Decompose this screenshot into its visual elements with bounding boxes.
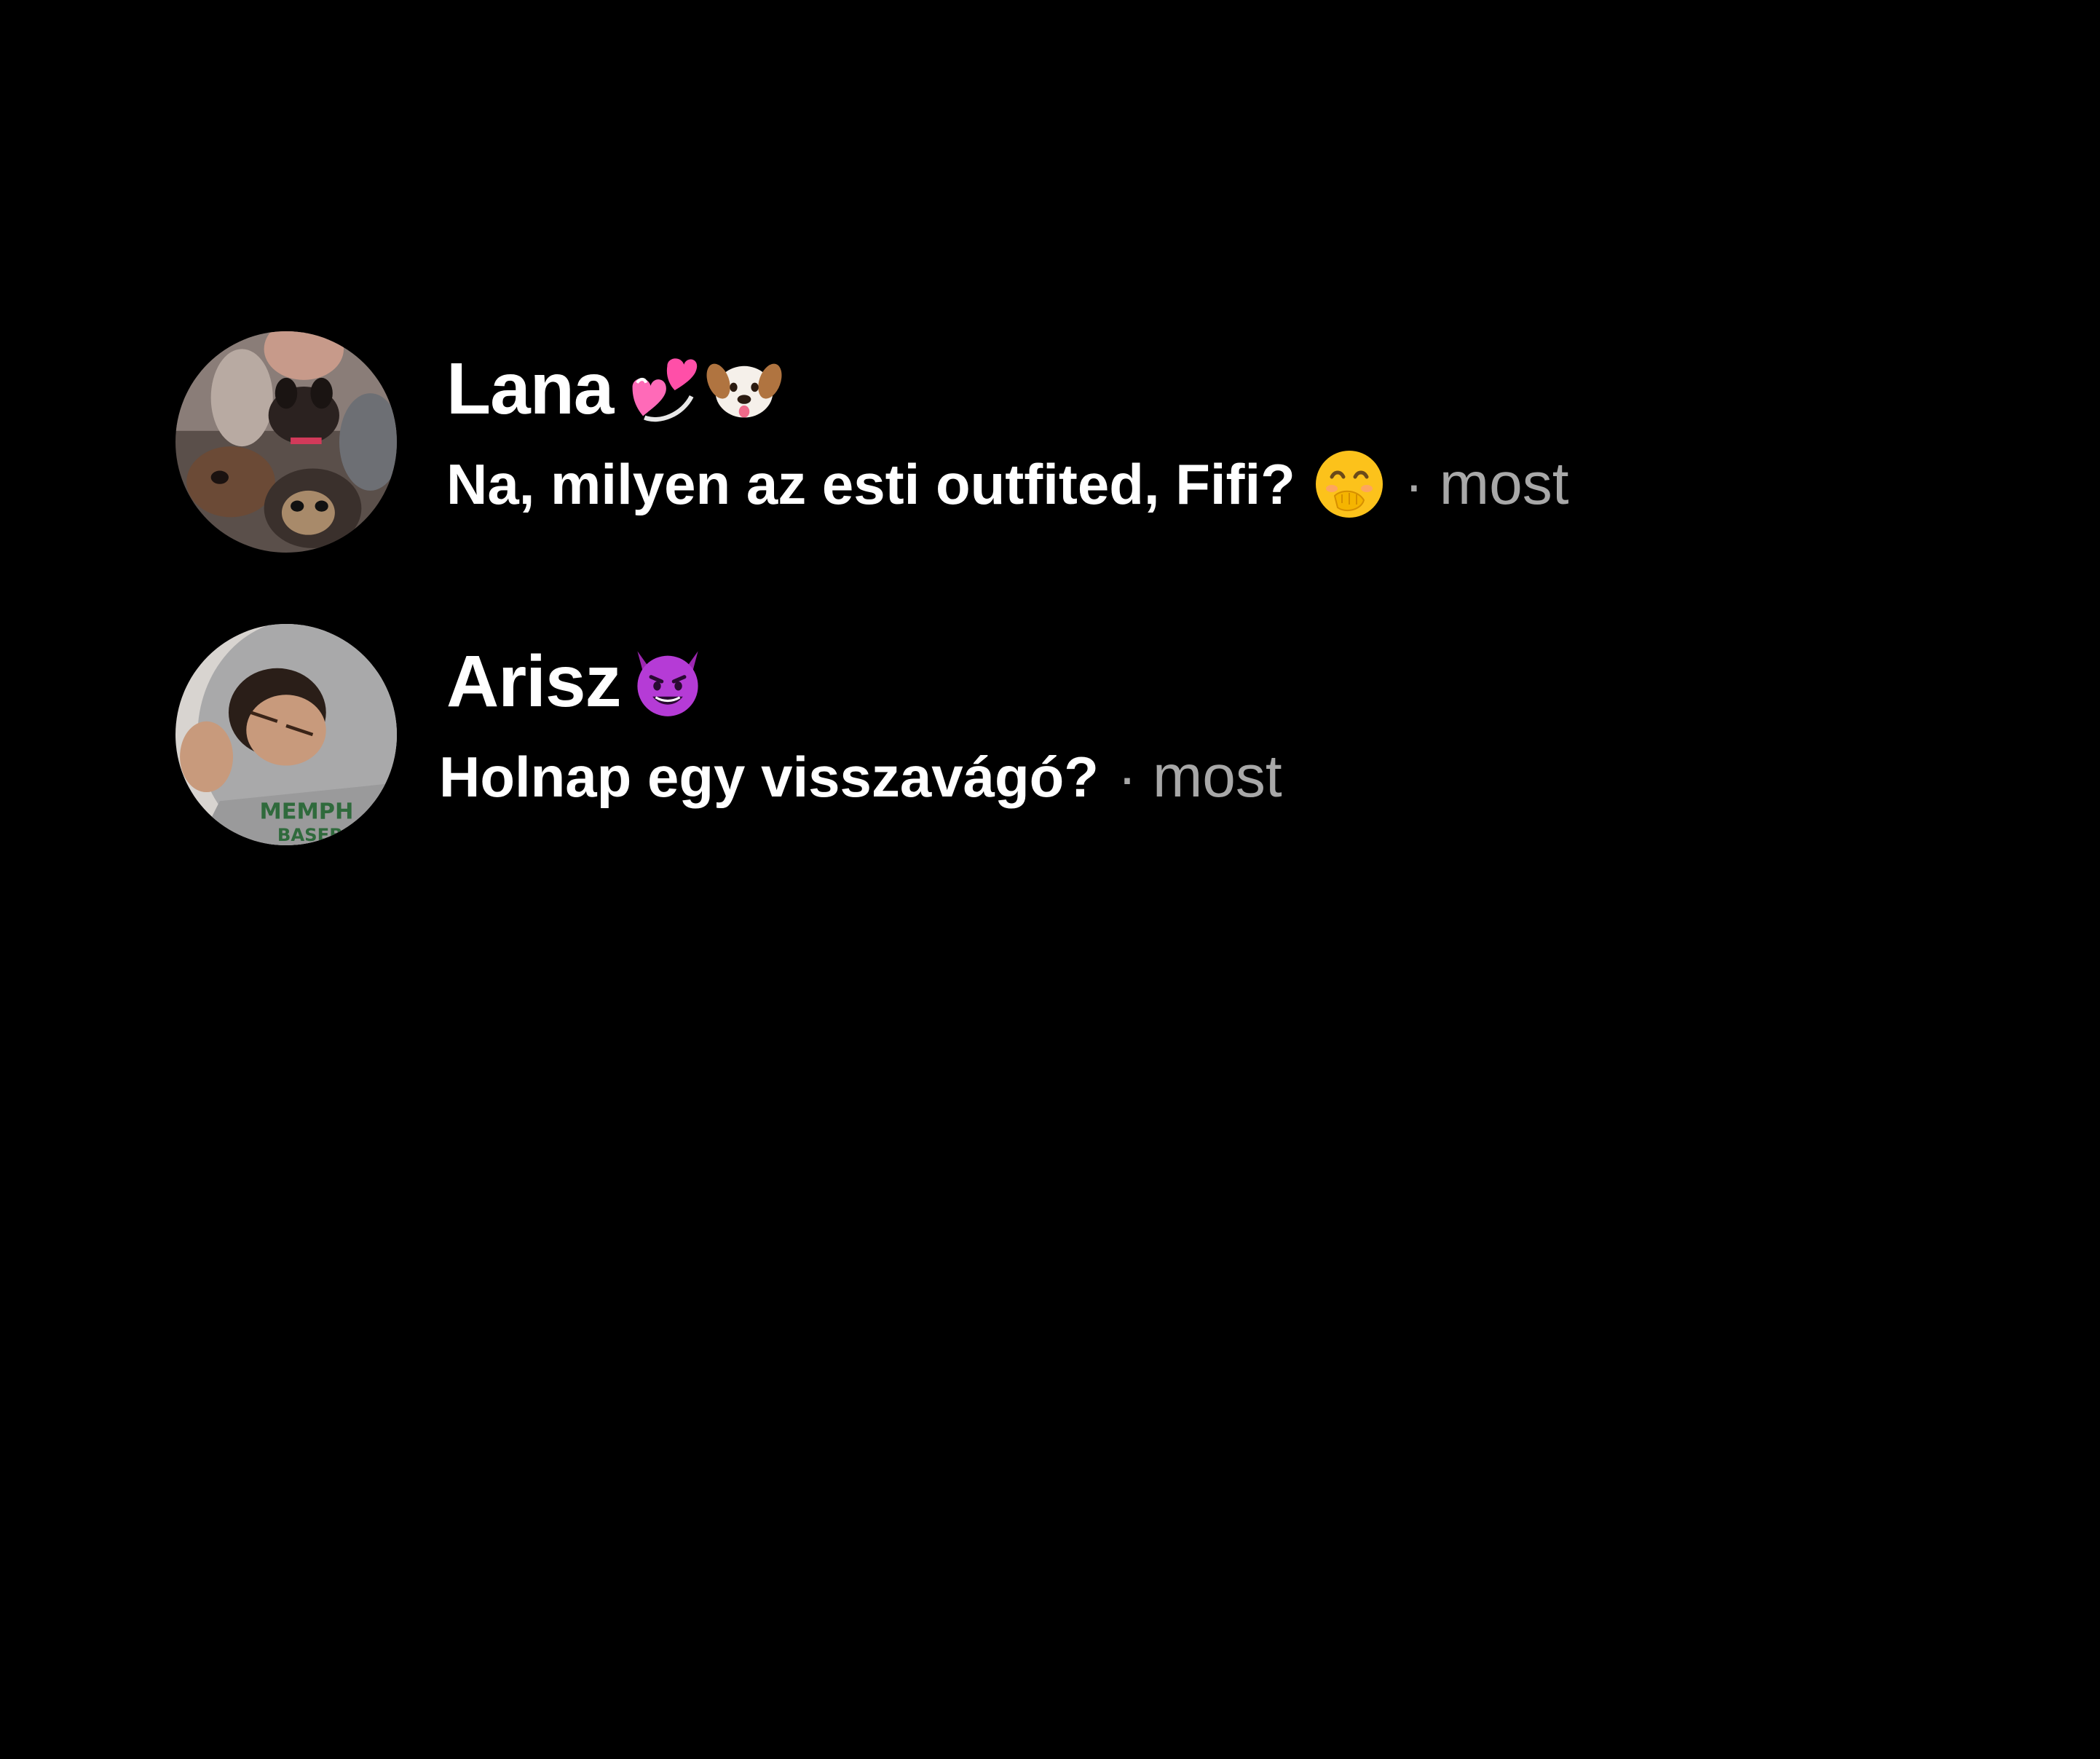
avatar[interactable]: MEMPH BASEBA xyxy=(175,624,397,845)
timestamp: most xyxy=(1152,743,1282,810)
last-message: Na, milyen az esti outfited, Fifi? xyxy=(446,452,1295,516)
avatar-photo-icon: MEMPH BASEBA xyxy=(175,624,397,845)
avatar-photo-icon xyxy=(175,331,397,553)
svg-text:MEMPH: MEMPH xyxy=(260,799,354,825)
hand-over-mouth-icon xyxy=(1313,448,1386,521)
thread-row-arisz[interactable]: MEMPH BASEBA Arisz Holnap egy visszavágó… xyxy=(0,616,2100,856)
svg-text:BASEBA: BASEBA xyxy=(277,824,357,845)
separator-dot: · xyxy=(1404,451,1424,516)
dog-face-icon xyxy=(706,351,782,427)
timestamp: most xyxy=(1439,451,1569,517)
thread-name-row: Arisz xyxy=(446,638,706,725)
contact-name: Arisz xyxy=(446,641,622,722)
last-message-row: Na, milyen az esti outfited, Fifi? · mos… xyxy=(446,446,1569,523)
revolving-hearts-icon xyxy=(622,351,698,427)
separator-dot: · xyxy=(1117,744,1137,809)
contact-name: Lana xyxy=(446,348,614,430)
last-message-row: Holnap egy visszavágó? · most xyxy=(439,738,1282,815)
avatar[interactable] xyxy=(175,331,397,553)
thread-row-lana[interactable]: Lana Na, milyen az esti outfited, Fifi? xyxy=(0,323,2100,564)
last-message: Holnap egy visszavágó? xyxy=(439,745,1099,809)
smiling-devil-icon xyxy=(630,644,706,719)
thread-name-row: Lana xyxy=(446,345,782,432)
